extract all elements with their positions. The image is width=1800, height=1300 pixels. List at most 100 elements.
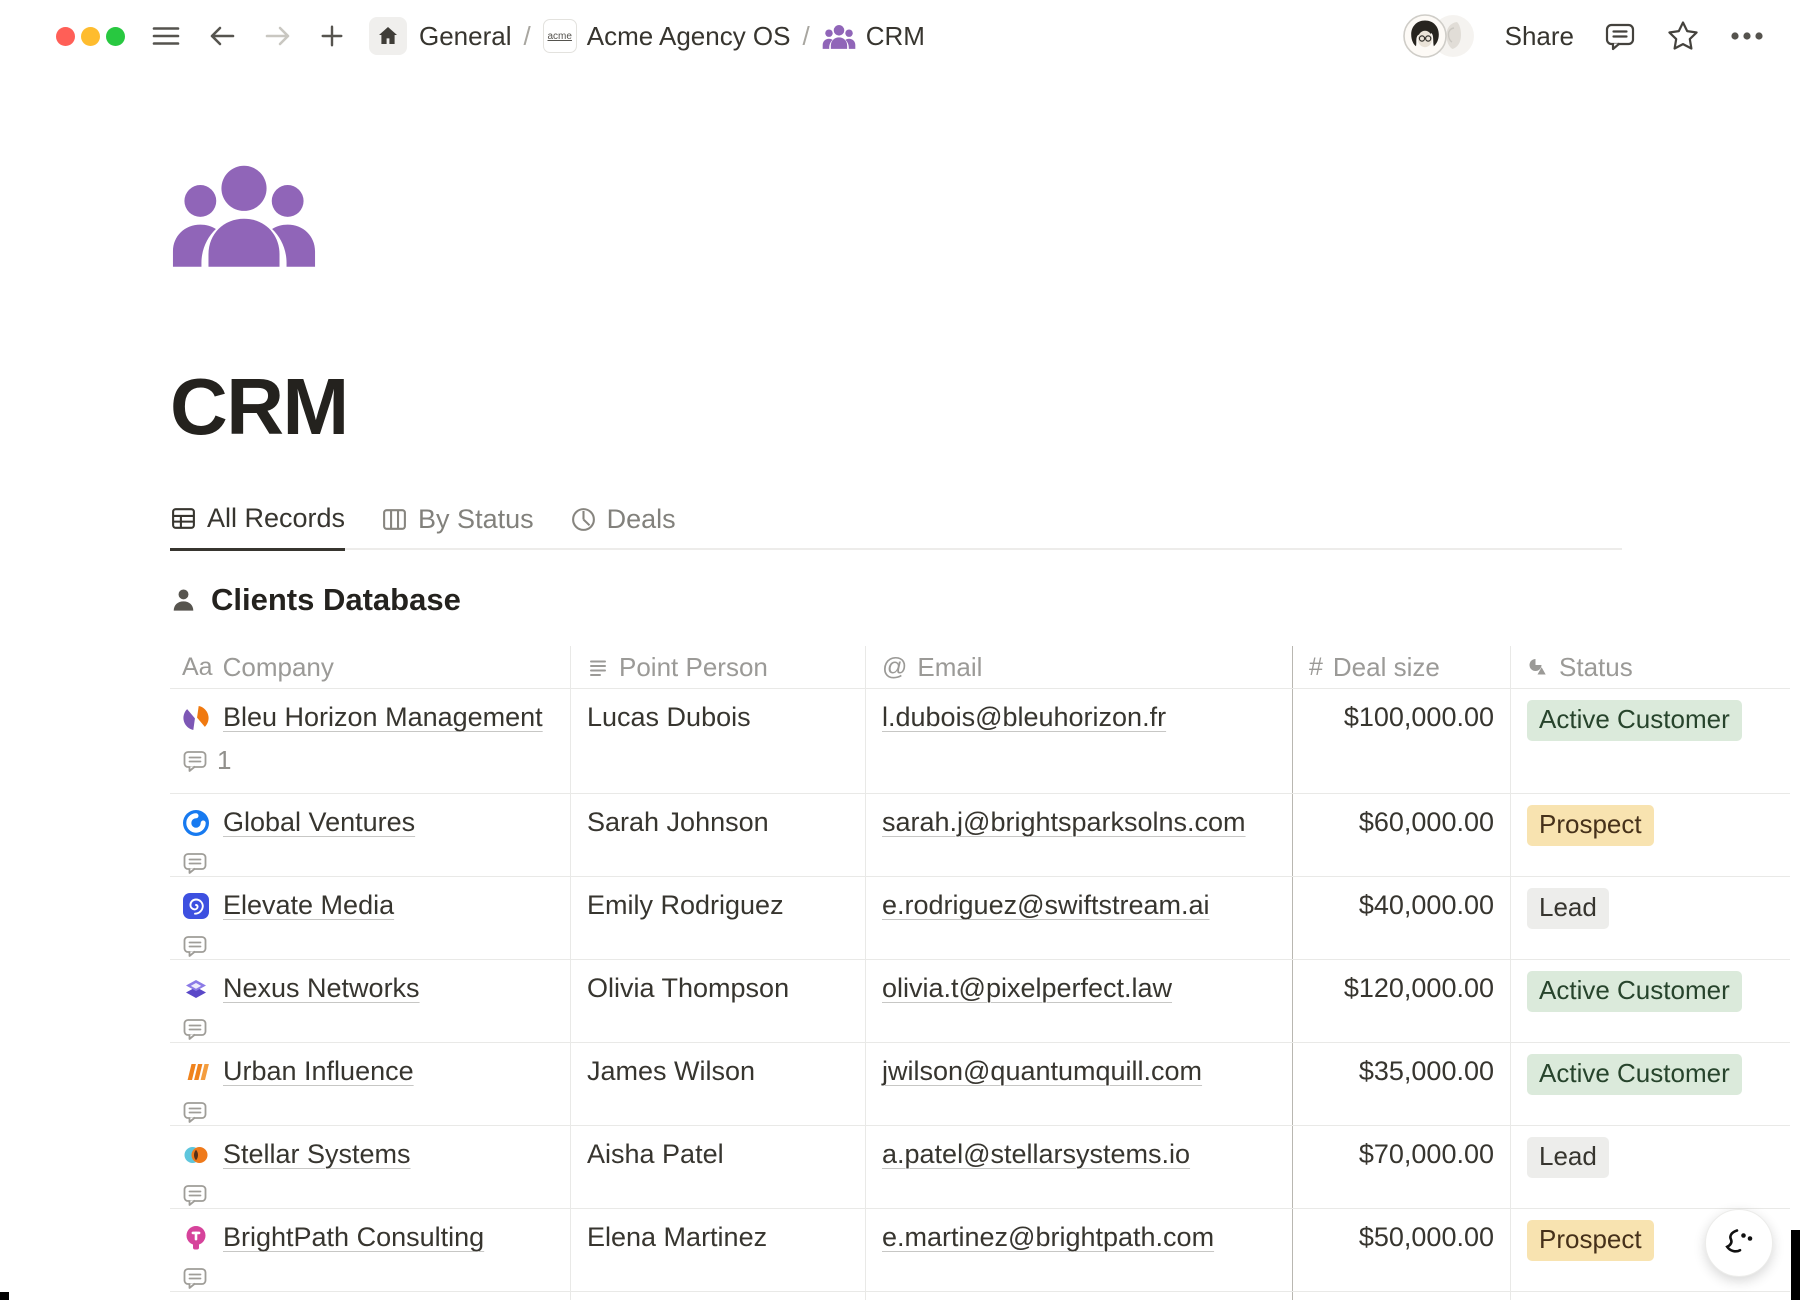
email-link[interactable]: sarah.j@brightsparksolns.com: [882, 807, 1246, 837]
table-icon: [170, 505, 197, 532]
minimize-window-button[interactable]: [81, 27, 100, 46]
point-person-cell[interactable]: Elena Martinez: [570, 1209, 865, 1291]
company-name-link[interactable]: Global Ventures: [223, 807, 415, 838]
window-topbar: General / acme Acme Agency OS / CRM: [0, 0, 1800, 72]
company-logo-icon: [182, 1141, 210, 1169]
email-link[interactable]: a.patel@stellarsystems.io: [882, 1139, 1190, 1169]
company-name-link[interactable]: Elevate Media: [223, 890, 394, 921]
deal-size-cell[interactable]: $40,000.00: [1292, 877, 1510, 959]
comments-icon[interactable]: [1604, 20, 1636, 52]
table-row: Stellar Systems Aisha Patel a.patel@stel…: [170, 1126, 1790, 1209]
text-type-icon: Aa: [182, 653, 213, 682]
status-badge: Active Customer: [1527, 971, 1742, 1012]
favorite-star-icon[interactable]: [1666, 19, 1700, 53]
company-name-link[interactable]: BrightPath Consulting: [223, 1222, 484, 1253]
avatar: [1403, 14, 1447, 58]
status-badge: Lead: [1527, 888, 1609, 929]
column-header-status[interactable]: Status: [1510, 646, 1790, 688]
people-group-icon[interactable]: [170, 163, 318, 267]
email-link[interactable]: e.martinez@brightpath.com: [882, 1222, 1214, 1252]
share-button[interactable]: Share: [1505, 21, 1574, 52]
comment-count[interactable]: [182, 1099, 554, 1125]
column-header-company[interactable]: Aa Company: [170, 646, 570, 688]
status-cell[interactable]: Active Customer: [1510, 1292, 1790, 1300]
breadcrumb: General / acme Acme Agency OS / CRM: [419, 19, 925, 53]
back-arrow-icon[interactable]: [207, 23, 237, 49]
deal-size-cell[interactable]: $45,000.00: [1292, 1292, 1510, 1300]
company-name-link[interactable]: Nexus Networks: [223, 973, 420, 1004]
point-person-cell[interactable]: Jenn Whitmore: [570, 1292, 865, 1300]
zoom-window-button[interactable]: [106, 27, 125, 46]
company-logo-icon: [182, 1058, 210, 1086]
deal-size-cell[interactable]: $100,000.00: [1292, 689, 1510, 793]
pie-chart-icon: [570, 506, 597, 533]
status-badge: Lead: [1527, 1137, 1609, 1178]
point-person-cell[interactable]: Aisha Patel: [570, 1126, 865, 1208]
acme-logo: acme: [543, 19, 577, 53]
column-header-email[interactable]: @ Email: [865, 646, 1292, 688]
table-row: Elevate Media Emily Rodriguez e.rodrigue…: [170, 877, 1790, 960]
at-icon: @: [882, 653, 907, 682]
status-cell[interactable]: Prospect: [1510, 794, 1790, 876]
point-person-cell[interactable]: James Wilson: [570, 1043, 865, 1125]
new-page-plus-icon[interactable]: [319, 23, 345, 49]
comment-count[interactable]: [182, 933, 554, 959]
comment-count[interactable]: [182, 1265, 554, 1291]
clients-table: Aa Company Point Person @ Email # Deal s…: [170, 646, 1790, 1300]
deal-size-cell[interactable]: $120,000.00: [1292, 960, 1510, 1042]
deal-size-cell[interactable]: $50,000.00: [1292, 1209, 1510, 1291]
page-content: CRM All Records By Status Deals: [0, 163, 1800, 1300]
number-icon: #: [1309, 653, 1323, 682]
column-header-deal-size[interactable]: # Deal size: [1292, 646, 1510, 688]
database-header: Clients Database: [170, 582, 1800, 618]
comment-count[interactable]: 1: [182, 745, 554, 776]
company-logo-icon: [182, 1224, 210, 1252]
table-row: Urban Influence James Wilson jwilson@qua…: [170, 1043, 1790, 1126]
comment-count[interactable]: [182, 850, 554, 876]
table-body: Bleu Horizon Management 1 Lucas Dubois l…: [170, 689, 1790, 1300]
status-cell[interactable]: Lead: [1510, 1126, 1790, 1208]
status-badge: Active Customer: [1527, 1054, 1742, 1095]
email-link[interactable]: olivia.t@pixelperfect.law: [882, 973, 1172, 1003]
status-cell[interactable]: Active Customer: [1510, 689, 1790, 793]
status-cell[interactable]: Active Customer: [1510, 960, 1790, 1042]
company-name-link[interactable]: Bleu Horizon Management: [223, 702, 543, 733]
comment-count[interactable]: [182, 1016, 554, 1042]
deal-size-cell[interactable]: $60,000.00: [1292, 794, 1510, 876]
company-name-link[interactable]: Urban Influence: [223, 1056, 414, 1087]
collaborator-avatars[interactable]: [1403, 14, 1475, 58]
board-icon: [381, 506, 408, 533]
email-link[interactable]: l.dubois@bleuhorizon.fr: [882, 702, 1166, 732]
home-breadcrumb-button[interactable]: [369, 17, 407, 55]
deal-size-cell[interactable]: $70,000.00: [1292, 1126, 1510, 1208]
forward-arrow-icon[interactable]: [263, 23, 293, 49]
point-person-cell[interactable]: Lucas Dubois: [570, 689, 865, 793]
company-name-link[interactable]: Stellar Systems: [223, 1139, 411, 1170]
sidebar-menu-icon[interactable]: [151, 24, 181, 48]
column-header-point-person[interactable]: Point Person: [570, 646, 865, 688]
tab-all-records[interactable]: All Records: [170, 503, 345, 551]
comment-count[interactable]: [182, 1182, 554, 1208]
point-person-cell[interactable]: Emily Rodriguez: [570, 877, 865, 959]
company-logo-icon: [182, 809, 210, 837]
tab-deals[interactable]: Deals: [570, 503, 676, 550]
more-options-icon[interactable]: [1730, 31, 1764, 41]
view-tabs: All Records By Status Deals: [170, 503, 1622, 550]
email-link[interactable]: jwilson@quantumquill.com: [882, 1056, 1202, 1086]
table-row: Vertex Innovations Jenn Whitmore jenn@ve…: [170, 1292, 1790, 1300]
table-row: BrightPath Consulting Elena Martinez e.m…: [170, 1209, 1790, 1292]
breadcrumb-general[interactable]: General: [419, 21, 512, 52]
point-person-cell[interactable]: Olivia Thompson: [570, 960, 865, 1042]
home-icon: [376, 24, 400, 48]
breadcrumb-acme-agency-os[interactable]: acme Acme Agency OS: [543, 19, 791, 53]
email-link[interactable]: e.rodriguez@swiftstream.ai: [882, 890, 1210, 920]
point-person-cell[interactable]: Sarah Johnson: [570, 794, 865, 876]
scrollbar-artifact[interactable]: [1791, 1230, 1800, 1300]
status-cell[interactable]: Lead: [1510, 877, 1790, 959]
close-window-button[interactable]: [56, 27, 75, 46]
breadcrumb-crm[interactable]: CRM: [822, 21, 925, 52]
notion-ai-button[interactable]: [1705, 1209, 1773, 1277]
tab-by-status[interactable]: By Status: [381, 503, 534, 550]
status-cell[interactable]: Active Customer: [1510, 1043, 1790, 1125]
deal-size-cell[interactable]: $35,000.00: [1292, 1043, 1510, 1125]
